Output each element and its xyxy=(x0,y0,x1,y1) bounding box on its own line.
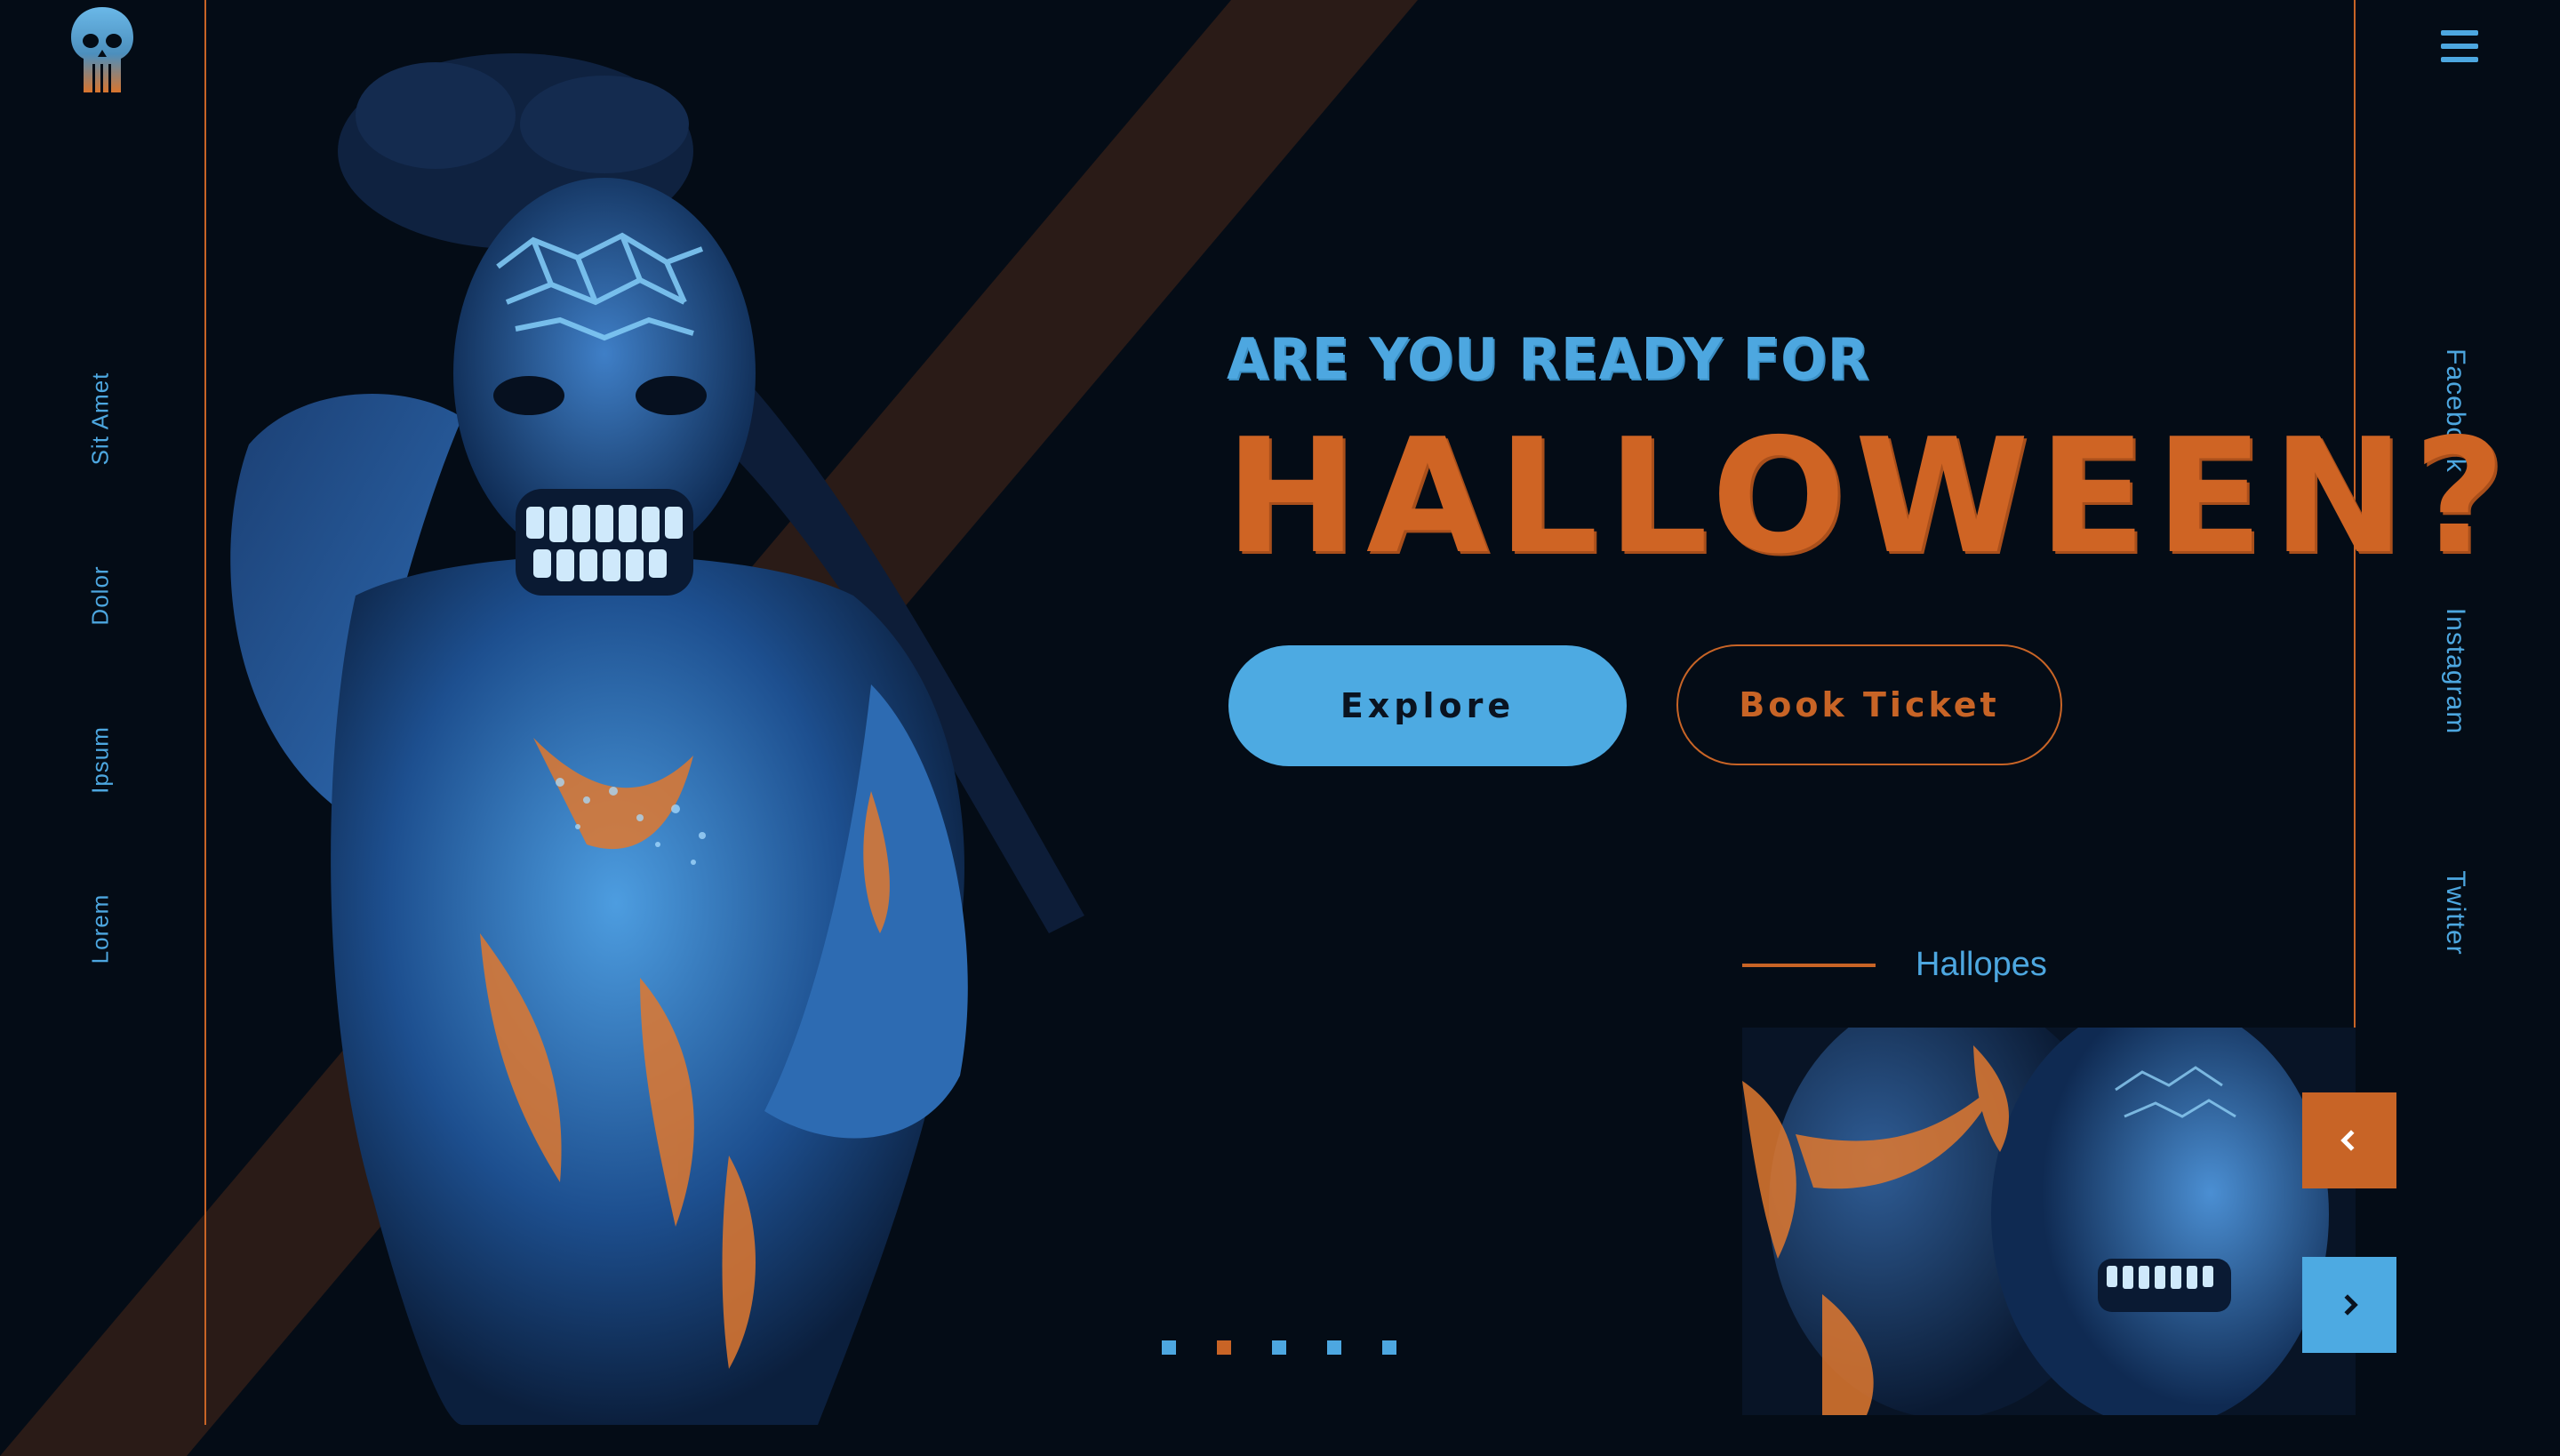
slider-dot[interactable] xyxy=(1162,1340,1176,1355)
left-nav-dolor[interactable]: Dolor xyxy=(87,565,115,625)
slider-dot[interactable] xyxy=(1272,1340,1286,1355)
gallery-preview-image xyxy=(1742,1028,2356,1415)
left-nav-lorem[interactable]: Lorem xyxy=(87,894,115,964)
landing-page: Sit Amet Dolor Ipsum Lorem Facebook Inst… xyxy=(0,0,2560,1456)
hero-skull-makeup-figure xyxy=(230,53,1084,1425)
slider-dot[interactable] xyxy=(1217,1340,1231,1355)
book-ticket-button[interactable]: Book Ticket xyxy=(1676,644,2062,765)
social-link-twitter[interactable]: Twitter xyxy=(2440,870,2470,955)
slider-dot[interactable] xyxy=(1382,1340,1396,1355)
left-divider-line xyxy=(204,0,206,1425)
gallery-prev-button[interactable] xyxy=(2302,1092,2396,1188)
hero-title: HALLOWEEN? xyxy=(1225,404,2515,588)
left-nav-ipsum[interactable]: Ipsum xyxy=(87,726,115,794)
hamburger-menu-icon[interactable] xyxy=(2441,30,2478,62)
skull-icon[interactable] xyxy=(69,5,135,94)
gallery-caption: Hallopes xyxy=(1916,946,2047,983)
caption-line xyxy=(1742,964,1876,967)
chevron-left-icon xyxy=(2340,1130,2355,1151)
explore-button[interactable]: Explore xyxy=(1228,645,1627,766)
social-link-instagram[interactable]: Instagram xyxy=(2440,608,2470,734)
gallery-next-button[interactable] xyxy=(2302,1257,2396,1353)
hero-subtitle: ARE YOU READY FOR xyxy=(1227,327,1870,393)
slider-dot[interactable] xyxy=(1327,1340,1341,1355)
chevron-right-icon xyxy=(2344,1294,2358,1316)
left-nav-sit-amet[interactable]: Sit Amet xyxy=(87,372,115,466)
